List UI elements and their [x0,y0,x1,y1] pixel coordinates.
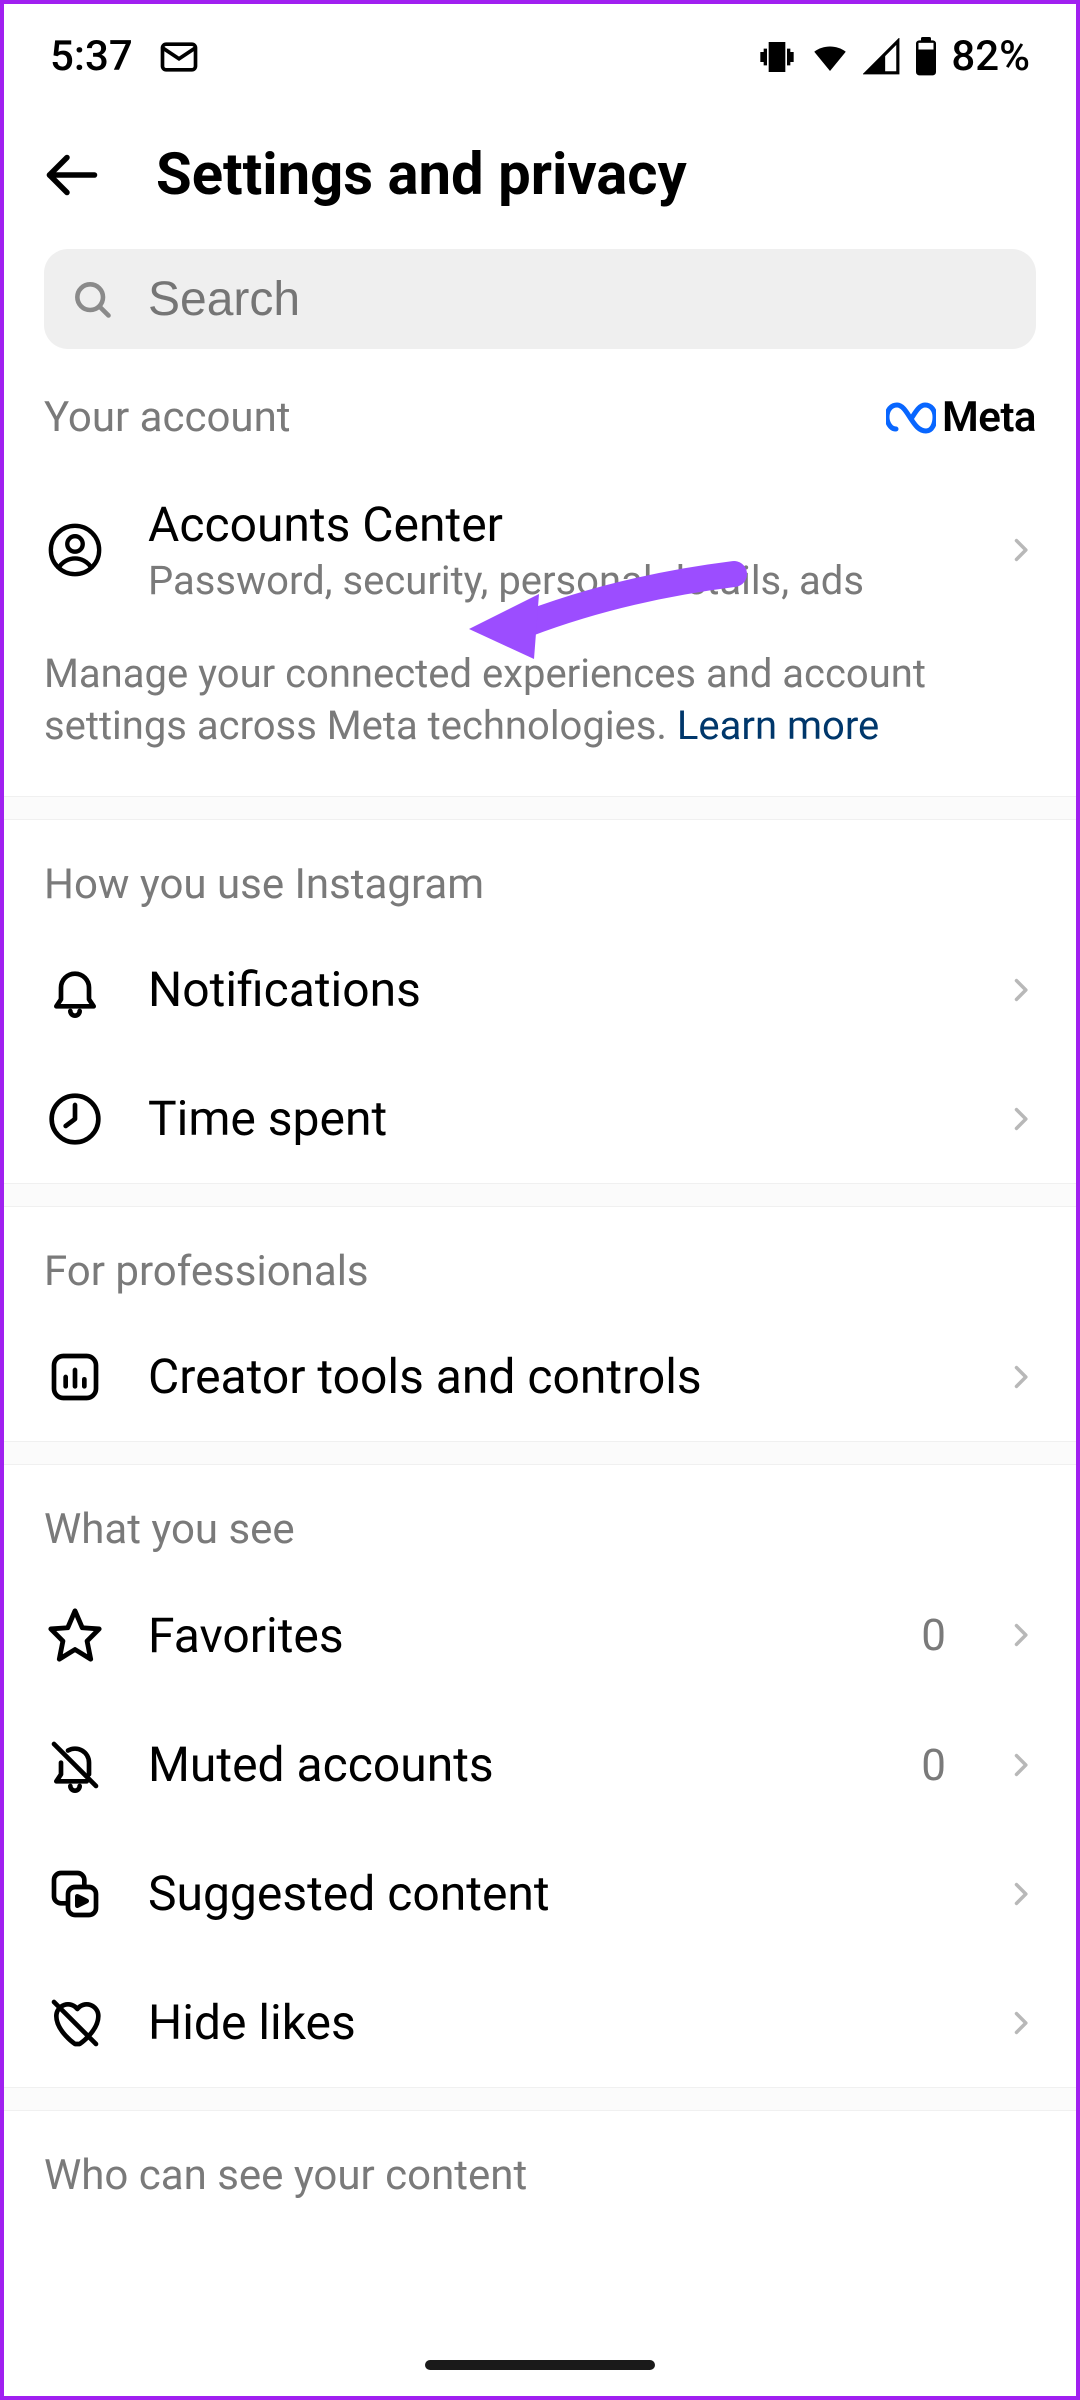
chevron-right-icon [1006,2003,1036,2043]
list-item-label: Creator tools and controls [148,1348,964,1405]
meta-logo: Meta [886,393,1036,442]
list-item-label: Favorites [148,1607,879,1664]
vibrate-icon [757,37,797,77]
chevron-right-icon [1006,1615,1036,1655]
battery-percent: 82% [951,32,1030,81]
chevron-right-icon [1006,1745,1036,1785]
creator-tools-row[interactable]: Creator tools and controls [4,1312,1076,1441]
suggested-content-row[interactable]: Suggested content [4,1829,1076,1958]
star-icon [44,1606,106,1664]
section-label-usage: How you use Instagram [4,820,1076,925]
bell-off-icon [44,1737,106,1793]
accounts-center-title: Accounts Center [148,496,964,553]
clock-icon [44,1091,106,1147]
divider [4,2087,1076,2111]
divider [4,1183,1076,1207]
chevron-right-icon [1006,1099,1036,1139]
status-bar: 5:37 82% [4,4,1076,91]
list-item-label: Time spent [148,1090,964,1147]
meta-brand-text: Meta [942,393,1036,442]
person-circle-icon [44,521,106,579]
status-time: 5:37 [50,32,133,81]
chevron-right-icon [1006,1357,1036,1397]
chevron-right-icon [1006,530,1036,570]
section-label-account: Your account [44,393,291,442]
learn-more-link[interactable]: Learn more [677,702,879,749]
muted-count: 0 [921,1739,946,1791]
favorites-row[interactable]: Favorites 0 [4,1570,1076,1700]
back-button[interactable] [42,145,102,205]
meta-infinity-icon [886,401,936,435]
accounts-center-row[interactable]: Accounts Center Password, security, pers… [4,462,1076,638]
search-icon [70,277,114,321]
favorites-count: 0 [921,1609,946,1661]
list-item-label: Muted accounts [148,1736,879,1793]
search-box[interactable] [44,249,1036,349]
account-description: Manage your connected experiences and ac… [4,638,1076,796]
bell-icon [44,962,106,1018]
home-indicator[interactable] [425,2360,655,2370]
chevron-right-icon [1006,1874,1036,1914]
wifi-icon [809,36,851,78]
signal-icon [863,38,901,76]
muted-accounts-row[interactable]: Muted accounts 0 [4,1700,1076,1829]
divider [4,1441,1076,1465]
media-icon [44,1866,106,1922]
divider [4,796,1076,820]
time-spent-row[interactable]: Time spent [4,1054,1076,1183]
hide-likes-row[interactable]: Hide likes [4,1958,1076,2087]
heart-off-icon [44,1995,106,2051]
list-item-label: Notifications [148,961,964,1018]
page-header: Settings and privacy [4,91,1076,239]
list-item-label: Hide likes [148,1994,964,2051]
page-title: Settings and privacy [156,141,687,209]
chevron-right-icon [1006,970,1036,1010]
accounts-center-subtitle: Password, security, personal details, ad… [148,557,964,604]
outlook-icon [157,35,201,79]
arrow-left-icon [42,144,102,206]
section-label-see: What you see [4,1465,1076,1570]
battery-icon [913,37,939,77]
section-label-professionals: For professionals [4,1207,1076,1312]
search-input[interactable] [148,272,1010,327]
section-label-visibility: Who can see your content [4,2111,1076,2216]
notifications-row[interactable]: Notifications [4,925,1076,1054]
accounts-center-body: Accounts Center Password, security, pers… [148,496,964,604]
list-item-label: Suggested content [148,1865,964,1922]
chart-icon [44,1349,106,1405]
your-account-header: Your account Meta [4,393,1076,462]
